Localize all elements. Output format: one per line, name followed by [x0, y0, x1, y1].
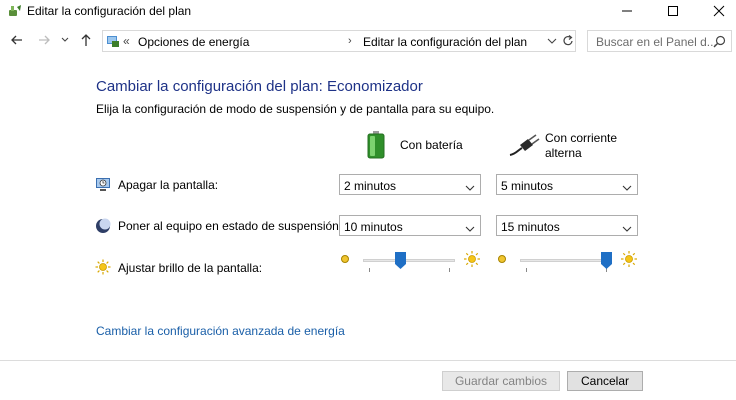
bright-sun-icon	[463, 250, 481, 271]
maximize-button[interactable]	[650, 0, 696, 22]
slider-thumb[interactable]	[601, 252, 612, 269]
slider-track[interactable]	[520, 259, 612, 262]
advanced-settings-link[interactable]: Cambiar la configuración avanzada de ene…	[96, 324, 345, 338]
back-button[interactable]	[9, 32, 27, 50]
control-panel-icon	[106, 34, 120, 48]
address-bar[interactable]: « Opciones de energía › Editar la config…	[102, 30, 576, 52]
chevron-down-icon	[622, 222, 632, 236]
brightness-ac-slider[interactable]	[496, 250, 638, 276]
breadcrumb-power-options[interactable]: Opciones de energía	[138, 35, 249, 49]
chevron-down-icon	[622, 181, 632, 195]
search-box[interactable]: Buscar en el Panel d...	[587, 30, 732, 52]
slider-track[interactable]	[363, 259, 455, 262]
chevron-down-icon	[547, 38, 557, 44]
sleep-ac-select[interactable]: 15 minutos	[496, 215, 638, 236]
slider-tick	[369, 268, 370, 272]
minimize-button[interactable]	[604, 0, 650, 22]
brightness-label: Ajustar brillo de la pantalla:	[118, 261, 263, 275]
address-dropdown-button[interactable]	[547, 35, 557, 50]
chevron-down-icon	[61, 37, 69, 42]
arrow-right-icon	[39, 35, 50, 45]
ac-column-label: Con corriente alterna	[545, 131, 618, 160]
forward-button[interactable]	[36, 32, 54, 50]
brightness-battery-slider[interactable]	[339, 250, 481, 276]
arrow-up-icon	[81, 34, 91, 46]
slider-tick	[526, 268, 527, 272]
navigation-bar: « Opciones de energía › Editar la config…	[0, 28, 736, 54]
page-title: Cambiar la configuración del plan: Econo…	[96, 78, 423, 95]
battery-column-label: Con batería	[400, 138, 463, 152]
refresh-icon	[563, 35, 573, 46]
display-off-label: Apagar la pantalla:	[118, 178, 219, 192]
cancel-button[interactable]: Cancelar	[567, 371, 643, 391]
title-bar: Editar la configuración del plan	[0, 0, 736, 22]
display-off-battery-select[interactable]: 2 minutos	[339, 174, 481, 195]
save-changes-button[interactable]: Guardar cambios	[442, 371, 560, 391]
slider-thumb[interactable]	[395, 252, 407, 269]
search-icon[interactable]	[713, 35, 726, 51]
slider-tick	[449, 268, 450, 272]
chevron-down-icon	[465, 222, 475, 236]
sleep-moon-icon	[95, 218, 111, 237]
window-title: Editar la configuración del plan	[27, 4, 192, 18]
search-input[interactable]: Buscar en el Panel d...	[596, 35, 717, 49]
arrow-left-icon	[11, 35, 22, 45]
plug-icon	[508, 134, 540, 161]
chevron-down-icon	[465, 181, 475, 195]
dim-sun-icon	[496, 253, 508, 268]
sleep-label: Poner al equipo en estado de suspensión:	[118, 219, 343, 233]
bright-sun-icon	[620, 250, 638, 271]
recent-locations-button[interactable]	[60, 32, 72, 50]
page-subtitle: Elija la configuración de modo de suspen…	[96, 102, 495, 116]
refresh-button[interactable]	[561, 34, 575, 51]
breadcrumb-separator[interactable]: ›	[348, 35, 352, 47]
close-button[interactable]	[696, 0, 736, 22]
breadcrumb-edit-plan[interactable]: Editar la configuración del plan	[363, 35, 527, 49]
dim-sun-icon	[339, 253, 351, 268]
battery-icon	[367, 131, 385, 162]
display-clock-icon	[95, 176, 111, 195]
sleep-battery-select[interactable]: 10 minutos	[339, 215, 481, 236]
up-button[interactable]	[78, 32, 96, 50]
power-options-icon	[8, 4, 22, 18]
footer-divider	[0, 360, 736, 361]
breadcrumb-overflow[interactable]: «	[123, 34, 130, 48]
brightness-sun-icon	[95, 259, 111, 278]
display-off-ac-select[interactable]: 5 minutos	[496, 174, 638, 195]
